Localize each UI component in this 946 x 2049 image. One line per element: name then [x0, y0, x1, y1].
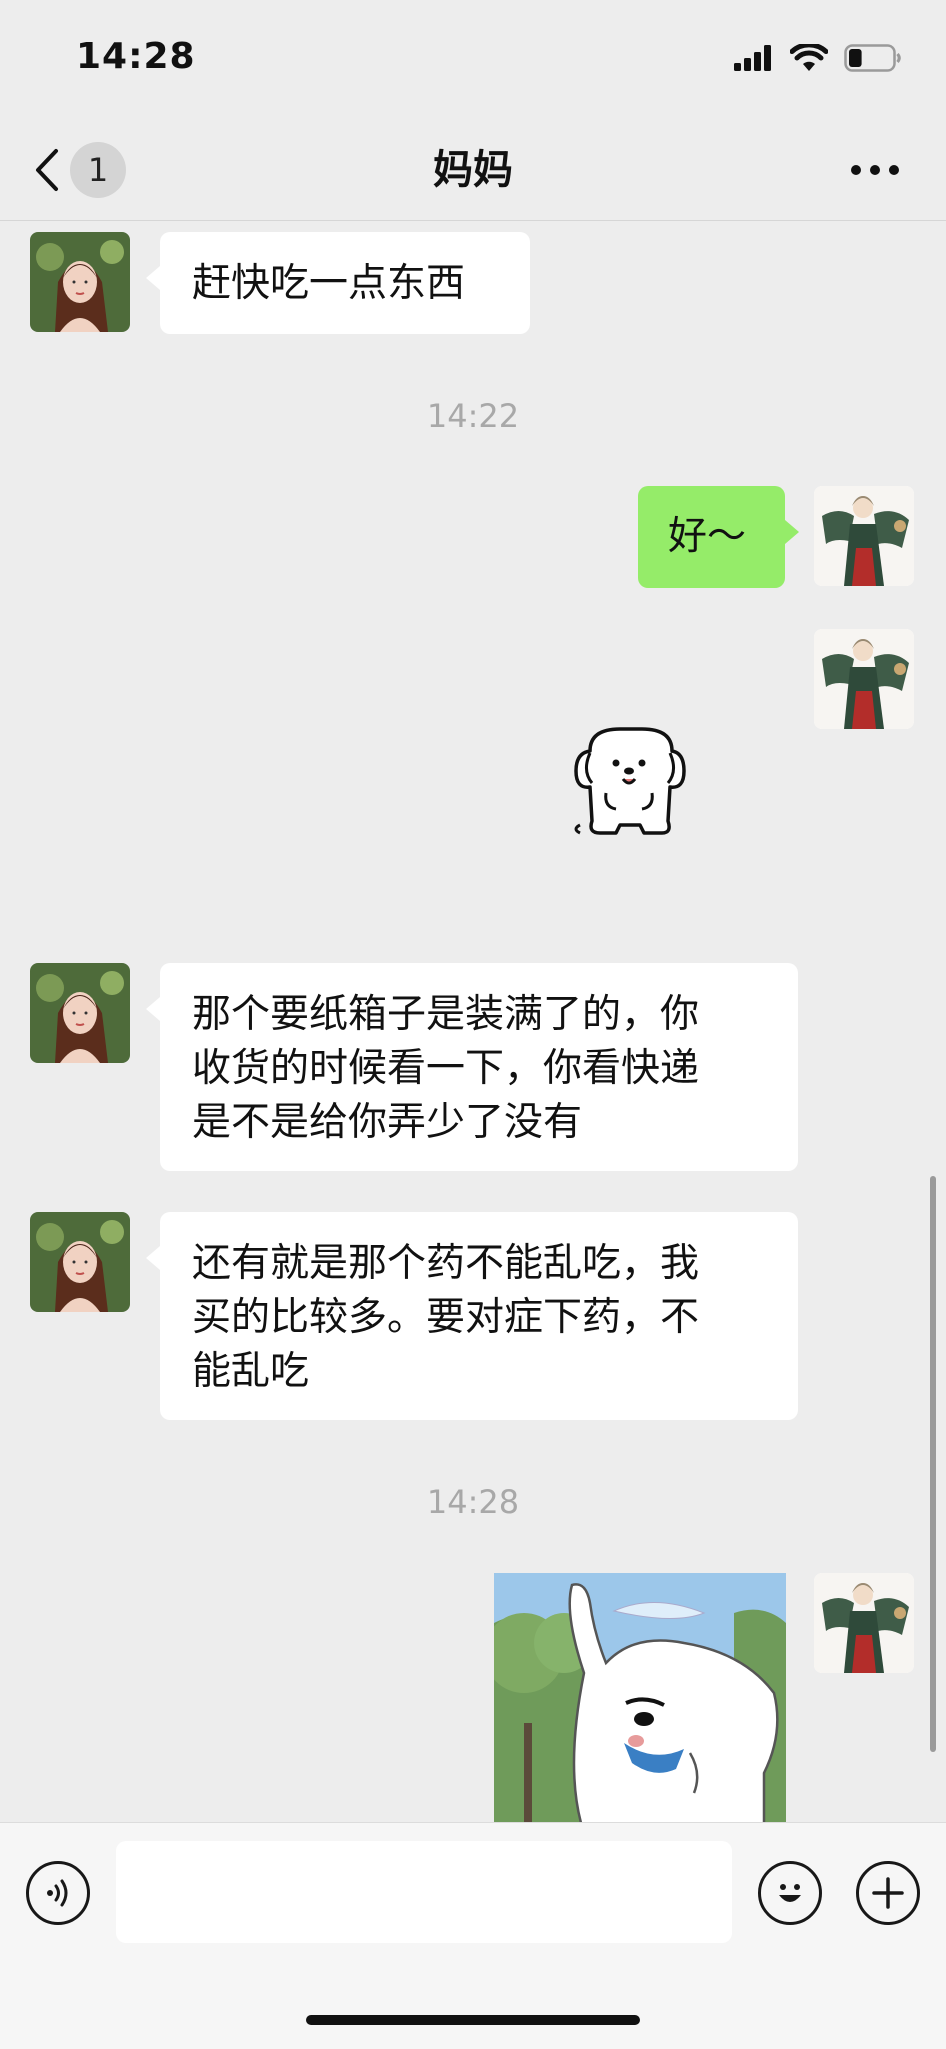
plus-icon: [872, 1877, 904, 1909]
my-avatar-image: [814, 629, 914, 729]
plus-button[interactable]: [856, 1861, 920, 1925]
wifi-icon: [790, 44, 828, 71]
voice-icon: [47, 1879, 68, 1907]
avatar[interactable]: [814, 486, 914, 586]
status-icons: [734, 44, 902, 72]
message-text-line: 那个要纸箱子是装满了的，你: [192, 992, 700, 1037]
home-indicator[interactable]: [306, 2015, 640, 2025]
message-timestamp: 14:28: [426, 1483, 520, 1521]
chat-header: 1 妈妈: [0, 120, 946, 221]
puppy-sticker: [574, 727, 686, 835]
mom-avatar-image: [30, 232, 130, 332]
avatar[interactable]: [30, 1212, 130, 1312]
image-message[interactable]: [494, 1573, 786, 1822]
message-text-line: 是不是给你弄少了没有: [192, 1100, 583, 1145]
avatar[interactable]: [30, 963, 130, 1063]
message-bubble[interactable]: 还有就是那个药不能乱吃，我 买的比较多。要对症下药，不 能乱吃: [146, 1212, 798, 1420]
message-input[interactable]: [116, 1841, 732, 1943]
emoji-icon: [779, 1884, 801, 1902]
message-timestamp: 14:22: [426, 397, 520, 435]
avatar[interactable]: [30, 232, 130, 332]
message-text-line: 收货的时候看一下，你看快递: [192, 1046, 700, 1091]
my-avatar-image: [814, 1573, 914, 1673]
chat-title: 妈妈: [433, 147, 513, 193]
avatar[interactable]: [814, 1573, 914, 1673]
message-text: 好～: [668, 514, 747, 559]
message-text-line: 还有就是那个药不能乱吃，我: [192, 1241, 700, 1286]
message-bubble[interactable]: 好～: [638, 486, 799, 588]
message-bubble[interactable]: 那个要纸箱子是装满了的，你 收货的时候看一下，你看快递 是不是给你弄少了没有: [146, 963, 798, 1171]
my-avatar-image: [814, 486, 914, 586]
cartoon-dog-image: [494, 1573, 786, 1822]
more-dots-icon[interactable]: [850, 158, 900, 182]
battery-icon: [844, 44, 901, 72]
message-text-line: 能乱吃: [192, 1349, 310, 1394]
cellular-signal-icon: [734, 45, 771, 71]
message-list[interactable]: 赶快吃一点东西 14:22 好～ 那个要纸箱子是装满了的，你 收货的时候看一下，…: [0, 221, 946, 1822]
message-text-line: 买的比较多。要对症下药，不: [192, 1295, 700, 1340]
status-time: 14:28: [76, 36, 196, 77]
sticker-message[interactable]: [560, 721, 700, 851]
message-bubble[interactable]: 赶快吃一点东西: [146, 232, 530, 334]
mom-avatar-image: [30, 963, 130, 1063]
status-bar: 14:28: [0, 0, 946, 120]
emoji-button[interactable]: [758, 1861, 822, 1925]
scrollbar[interactable]: [930, 1176, 936, 1752]
avatar[interactable]: [814, 629, 914, 729]
message-text: 赶快吃一点东西: [192, 261, 466, 306]
mom-avatar-image: [30, 1212, 130, 1312]
voice-button[interactable]: [26, 1861, 90, 1925]
